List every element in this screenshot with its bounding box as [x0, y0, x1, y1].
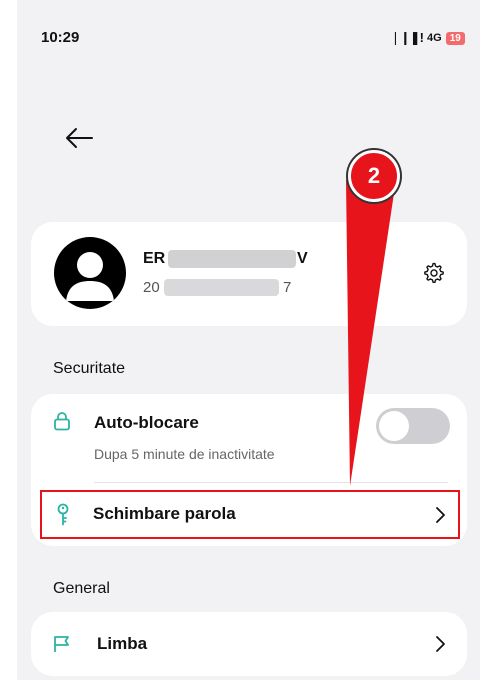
section-title-general: General: [53, 580, 110, 597]
auto-lock-toggle[interactable]: [376, 408, 450, 444]
signal-icon: ❘❙❚!: [390, 30, 424, 45]
user-icon: [66, 252, 114, 301]
profile-name-end: V: [297, 250, 308, 267]
profile-id: 20: [143, 279, 160, 296]
auto-lock-description: Dupa 5 minute de inactivitate: [94, 446, 275, 462]
section-title-security: Securitate: [53, 360, 126, 377]
language-label: Limba: [97, 634, 148, 653]
profile-id-end: 7: [283, 279, 292, 296]
highlight-box: [40, 490, 460, 539]
avatar: [54, 237, 126, 309]
app-screen: [17, 0, 480, 680]
profile-name: ER: [143, 250, 166, 267]
lock-icon: [54, 412, 70, 431]
back-arrow-icon[interactable]: [64, 125, 94, 151]
network-type: 4G: [427, 32, 442, 44]
status-time: 10:29: [41, 29, 80, 46]
flag-icon: [54, 636, 69, 652]
battery-level: 19: [445, 31, 465, 45]
auto-lock-label: Auto-blocare: [94, 413, 199, 432]
toggle-knob: [379, 411, 409, 441]
redacted-name: [168, 250, 296, 268]
step-number-badge: 2: [348, 150, 400, 202]
redacted-id: [164, 279, 279, 296]
chevron-right-icon: [436, 636, 445, 652]
gear-icon[interactable]: [423, 262, 445, 284]
divider: [94, 482, 448, 483]
status-icons: ❘❙❚! 4G 19: [390, 30, 465, 46]
